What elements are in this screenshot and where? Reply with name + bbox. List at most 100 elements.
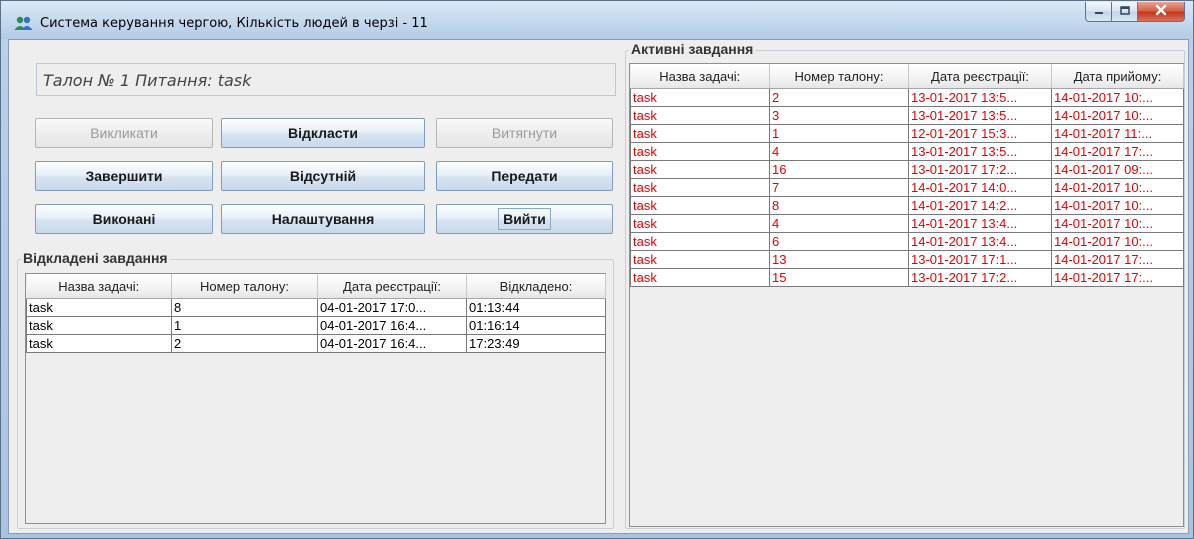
pull-button-label: Витягнути xyxy=(491,125,558,141)
table-header: Назва задачі: Номер талону: Дата реєстраці… xyxy=(630,64,1184,89)
table-row[interactable]: task 1 12-01-2017 15:3... 14-01-2017 11:... xyxy=(630,124,1184,143)
table-cell: task xyxy=(630,178,770,197)
table-cell: 14-01-2017 17:... xyxy=(1051,268,1184,287)
maximize-icon xyxy=(1119,3,1131,21)
table-row[interactable]: task 2 04-01-2017 16:4... 17:23:49 xyxy=(26,334,606,353)
column-header[interactable]: Відкладено: xyxy=(466,274,606,299)
postpone-button-label: Відкласти xyxy=(288,125,358,141)
table-cell: 8 xyxy=(171,298,318,317)
postponed-tasks-group: Відкладені завдання Назва задачі: Номер т… xyxy=(17,250,614,529)
table-cell: task xyxy=(630,88,770,107)
table-cell: 2 xyxy=(171,334,318,353)
table-cell: 13-01-2017 17:2... xyxy=(908,160,1052,179)
close-button[interactable] xyxy=(1138,2,1185,22)
current-talon-text: Талон № 1 Питання: task xyxy=(43,71,252,90)
finish-button-label: Завершити xyxy=(85,168,163,184)
table-cell: task xyxy=(630,214,770,233)
active-table-scroll[interactable]: Назва задачі: Номер талону: Дата реєстраці… xyxy=(629,63,1184,527)
window-controls xyxy=(1085,2,1185,24)
table-cell: task xyxy=(630,250,770,269)
column-header[interactable]: Назва задачі: xyxy=(26,274,172,299)
table-row[interactable]: task 2 13-01-2017 13:5... 14-01-2017 10:... xyxy=(630,88,1184,107)
table-cell: task xyxy=(26,334,172,353)
table-cell: 8 xyxy=(769,196,909,215)
table-row[interactable]: task 8 14-01-2017 14:2... 14-01-2017 10:... xyxy=(630,196,1184,215)
title-bar[interactable]: Система керування чергою, Кількість люде… xyxy=(1,1,1193,39)
table-cell: 7 xyxy=(769,178,909,197)
exit-button-label: Вийти xyxy=(498,208,551,230)
table-cell: 14-01-2017 17:... xyxy=(1051,250,1184,269)
table-row[interactable]: task 4 14-01-2017 13:4... 14-01-2017 10:... xyxy=(630,214,1184,233)
table-row[interactable]: task 15 13-01-2017 17:2... 14-01-2017 17:..… xyxy=(630,268,1184,287)
transfer-button-label: Передати xyxy=(491,168,558,184)
minimize-button[interactable] xyxy=(1085,2,1112,22)
table-cell: 14-01-2017 09:... xyxy=(1051,160,1184,179)
table-cell: 2 xyxy=(769,88,909,107)
table-cell: 04-01-2017 17:0... xyxy=(317,298,467,317)
table-cell: 14-01-2017 10:... xyxy=(1051,214,1184,233)
table-cell: 4 xyxy=(769,214,909,233)
table-row[interactable]: task 6 14-01-2017 13:4... 14-01-2017 10:... xyxy=(630,232,1184,251)
table-cell: 14-01-2017 10:... xyxy=(1051,106,1184,125)
table-cell: 17:23:49 xyxy=(466,334,606,353)
table-cell: 13 xyxy=(769,250,909,269)
table-cell: task xyxy=(630,196,770,215)
table-cell: 1 xyxy=(171,316,318,335)
settings-button[interactable]: Налаштування xyxy=(221,204,425,234)
table-row[interactable]: task 3 13-01-2017 13:5... 14-01-2017 10:... xyxy=(630,106,1184,125)
active-tasks-title: Активні завдання xyxy=(629,41,756,57)
maximize-button[interactable] xyxy=(1112,2,1138,22)
column-header[interactable]: Дата реєстрації: xyxy=(317,274,467,299)
users-icon xyxy=(14,15,34,31)
table-cell: task xyxy=(630,124,770,143)
table-cell: 3 xyxy=(769,106,909,125)
app-window: Система керування чергою, Кількість люде… xyxy=(0,0,1194,539)
close-icon xyxy=(1154,3,1168,21)
table-cell: 13-01-2017 13:5... xyxy=(908,142,1052,161)
table-cell: task xyxy=(630,106,770,125)
active-tasks-group: Активні завдання Назва задачі: Номер тало… xyxy=(625,41,1185,529)
table-cell: 12-01-2017 15:3... xyxy=(908,124,1052,143)
table-cell: 4 xyxy=(769,142,909,161)
table-row[interactable]: task 13 13-01-2017 17:1... 14-01-2017 17:..… xyxy=(630,250,1184,269)
table-row[interactable]: task 7 14-01-2017 14:0... 14-01-2017 10:... xyxy=(630,178,1184,197)
transfer-button[interactable]: Передати xyxy=(436,161,613,191)
column-header[interactable]: Номер талону: xyxy=(769,64,909,89)
table-cell: 04-01-2017 16:4... xyxy=(317,316,467,335)
pull-button[interactable]: Витягнути xyxy=(436,118,613,148)
table-cell: 01:16:14 xyxy=(466,316,606,335)
table-cell: 16 xyxy=(769,160,909,179)
table-row[interactable]: task 16 13-01-2017 17:2... 14-01-2017 09:..… xyxy=(630,160,1184,179)
table-row[interactable]: task 8 04-01-2017 17:0... 01:13:44 xyxy=(26,298,606,317)
table-cell: 6 xyxy=(769,232,909,251)
postpone-button[interactable]: Відкласти xyxy=(221,118,425,148)
current-talon-panel: Талон № 1 Питання: task xyxy=(36,63,616,96)
done-button[interactable]: Виконані xyxy=(35,204,213,234)
call-button-label: Викликати xyxy=(90,125,158,141)
window-title: Система керування чергою, Кількість люде… xyxy=(40,16,428,31)
table-cell: 1 xyxy=(769,124,909,143)
table-cell: 14-01-2017 17:... xyxy=(1051,142,1184,161)
table-cell: 14-01-2017 14:2... xyxy=(908,196,1052,215)
postponed-table-scroll[interactable]: Назва задачі: Номер талону: Дата реєстраці… xyxy=(25,273,606,524)
table-cell: 14-01-2017 13:4... xyxy=(908,232,1052,251)
table-cell: 01:13:44 xyxy=(466,298,606,317)
column-header[interactable]: Назва задачі: xyxy=(630,64,770,89)
table-cell: task xyxy=(630,142,770,161)
table-row[interactable]: task 1 04-01-2017 16:4... 01:16:14 xyxy=(26,316,606,335)
done-button-label: Виконані xyxy=(92,211,156,227)
settings-button-label: Налаштування xyxy=(271,211,375,227)
call-button[interactable]: Викликати xyxy=(35,118,213,148)
table-cell: task xyxy=(630,160,770,179)
table-cell: 13-01-2017 13:5... xyxy=(908,88,1052,107)
table-cell: 15 xyxy=(769,268,909,287)
absent-button[interactable]: Відсутній xyxy=(221,161,425,191)
finish-button[interactable]: Завершити xyxy=(35,161,213,191)
table-row[interactable]: task 4 13-01-2017 13:5... 14-01-2017 17:... xyxy=(630,142,1184,161)
table-cell: 04-01-2017 16:4... xyxy=(317,334,467,353)
exit-button[interactable]: Вийти xyxy=(436,204,613,234)
column-header[interactable]: Номер талону: xyxy=(171,274,318,299)
table-cell: 14-01-2017 10:... xyxy=(1051,196,1184,215)
column-header[interactable]: Дата реєстрації: xyxy=(908,64,1052,89)
column-header[interactable]: Дата прийому: xyxy=(1051,64,1184,89)
